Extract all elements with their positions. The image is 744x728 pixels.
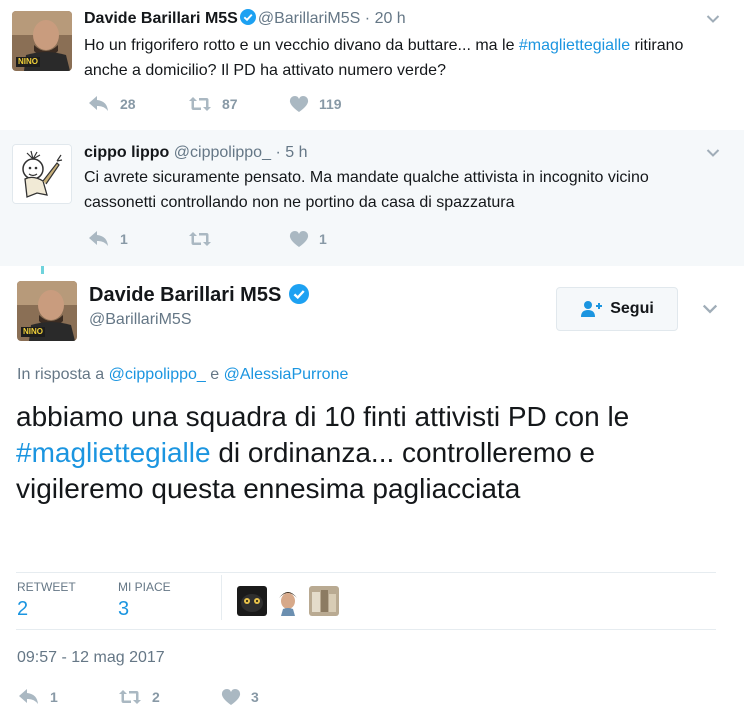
tweet-text-part: Ho un frigorifero rotto e un vecchio div… (84, 37, 519, 54)
retweet-button[interactable] (188, 230, 212, 248)
chevron-down-icon[interactable] (702, 301, 718, 317)
separator-dot: · (364, 10, 371, 27)
like-button[interactable]: 1 (289, 230, 327, 248)
tweet-2[interactable]: cippo lippo @cippolippo_ · 5 h Ci avrete… (0, 130, 744, 266)
author-name[interactable]: Davide Barillari M5S (84, 10, 238, 27)
tweet-text: Ci avrete sicuramente pensato. Ma mandat… (84, 169, 649, 211)
retweet-button[interactable]: 2 (118, 688, 160, 706)
mention-link[interactable]: @AlessiaPurrone (224, 366, 349, 383)
tweet-header: Davide Barillari M5S @BarillariM5S · 20 h (84, 9, 406, 28)
reply-count: 28 (120, 96, 136, 112)
reply-prefix: In risposta a (17, 366, 105, 383)
reply-context: In risposta a @cippolippo_ e @AlessiaPur… (17, 366, 348, 384)
verified-badge-icon (288, 284, 309, 304)
retweet-stat-count[interactable]: 2 (17, 598, 28, 621)
retweet-count: 87 (222, 96, 238, 112)
divider (221, 575, 222, 620)
liker-avatar[interactable] (237, 586, 267, 616)
main-tweet-text: abbiamo una squadra di 10 finti attivist… (16, 399, 728, 507)
like-button[interactable]: 3 (221, 688, 259, 706)
chevron-down-icon[interactable] (706, 146, 720, 160)
author-handle[interactable]: @cippolippo_ (174, 144, 271, 161)
divider (16, 629, 716, 630)
reply-icon (19, 689, 38, 704)
separator-dot: · (275, 144, 281, 161)
avatar[interactable] (12, 144, 72, 204)
like-button[interactable]: 119 (289, 95, 342, 113)
like-count: 119 (319, 96, 342, 112)
main-author-name[interactable]: Davide Barillari M5S (89, 284, 311, 307)
author-handle[interactable]: @BarillariM5S (258, 10, 360, 27)
reply-icon (89, 231, 108, 246)
avatar[interactable]: NINO (17, 281, 77, 341)
retweet-button[interactable]: 87 (188, 95, 238, 113)
hashtag-link[interactable]: #magliettegialle (16, 437, 211, 468)
author-handle[interactable]: @BarillariM5S (89, 311, 191, 329)
reply-count: 1 (120, 231, 128, 247)
tweet-text: Ho un frigorifero rotto e un vecchio div… (84, 33, 724, 83)
mention-link[interactable]: @cippolippo_ (109, 366, 206, 383)
follow-button-label: Segui (610, 300, 654, 317)
like-stat-count[interactable]: 3 (118, 598, 129, 621)
tweet-timestamp[interactable]: 09:57 - 12 mag 2017 (17, 649, 165, 667)
tweet-time[interactable]: 20 h (375, 10, 406, 27)
hashtag-link[interactable]: #magliettegialle (519, 37, 630, 54)
tweet-time[interactable]: 5 h (285, 144, 307, 161)
heart-icon (289, 96, 309, 112)
retweet-stat-label[interactable]: RETWEET (17, 580, 76, 594)
follow-button[interactable]: Segui (556, 287, 678, 331)
verified-badge-icon (239, 9, 256, 25)
retweet-icon (189, 97, 211, 111)
like-count: 3 (251, 689, 259, 705)
follow-person-icon (581, 301, 603, 317)
avatar[interactable]: NINO (12, 11, 72, 71)
tweet-text-part: abbiamo una squadra di 10 finti attivist… (16, 401, 630, 432)
reply-count: 1 (50, 689, 58, 705)
retweet-count: 2 (152, 689, 160, 705)
reply-icon (89, 96, 108, 111)
like-stat-label[interactable]: MI PIACE (118, 580, 171, 594)
reply-and: e (210, 366, 220, 383)
avatar-shirt-text: NINO (23, 327, 43, 336)
liker-avatar[interactable] (309, 586, 339, 616)
reply-button[interactable]: 28 (88, 95, 136, 113)
like-count: 1 (319, 231, 327, 247)
tweet-1[interactable]: NINO Davide Barillari M5S @BarillariM5S ·… (0, 0, 744, 130)
divider (16, 572, 716, 573)
retweet-icon (119, 690, 141, 704)
tweet-header: cippo lippo @cippolippo_ · 5 h (84, 144, 307, 162)
avatar-shirt-text: NINO (18, 57, 38, 66)
retweet-icon (189, 232, 211, 246)
heart-icon (221, 689, 241, 705)
reply-button[interactable]: 1 (88, 230, 128, 248)
chevron-down-icon[interactable] (706, 12, 720, 26)
reply-button[interactable]: 1 (18, 688, 58, 706)
liker-avatar[interactable] (273, 586, 303, 616)
author-name[interactable]: cippo lippo (84, 144, 169, 161)
heart-icon (289, 231, 309, 247)
author-name[interactable]: Davide Barillari M5S (89, 284, 281, 306)
